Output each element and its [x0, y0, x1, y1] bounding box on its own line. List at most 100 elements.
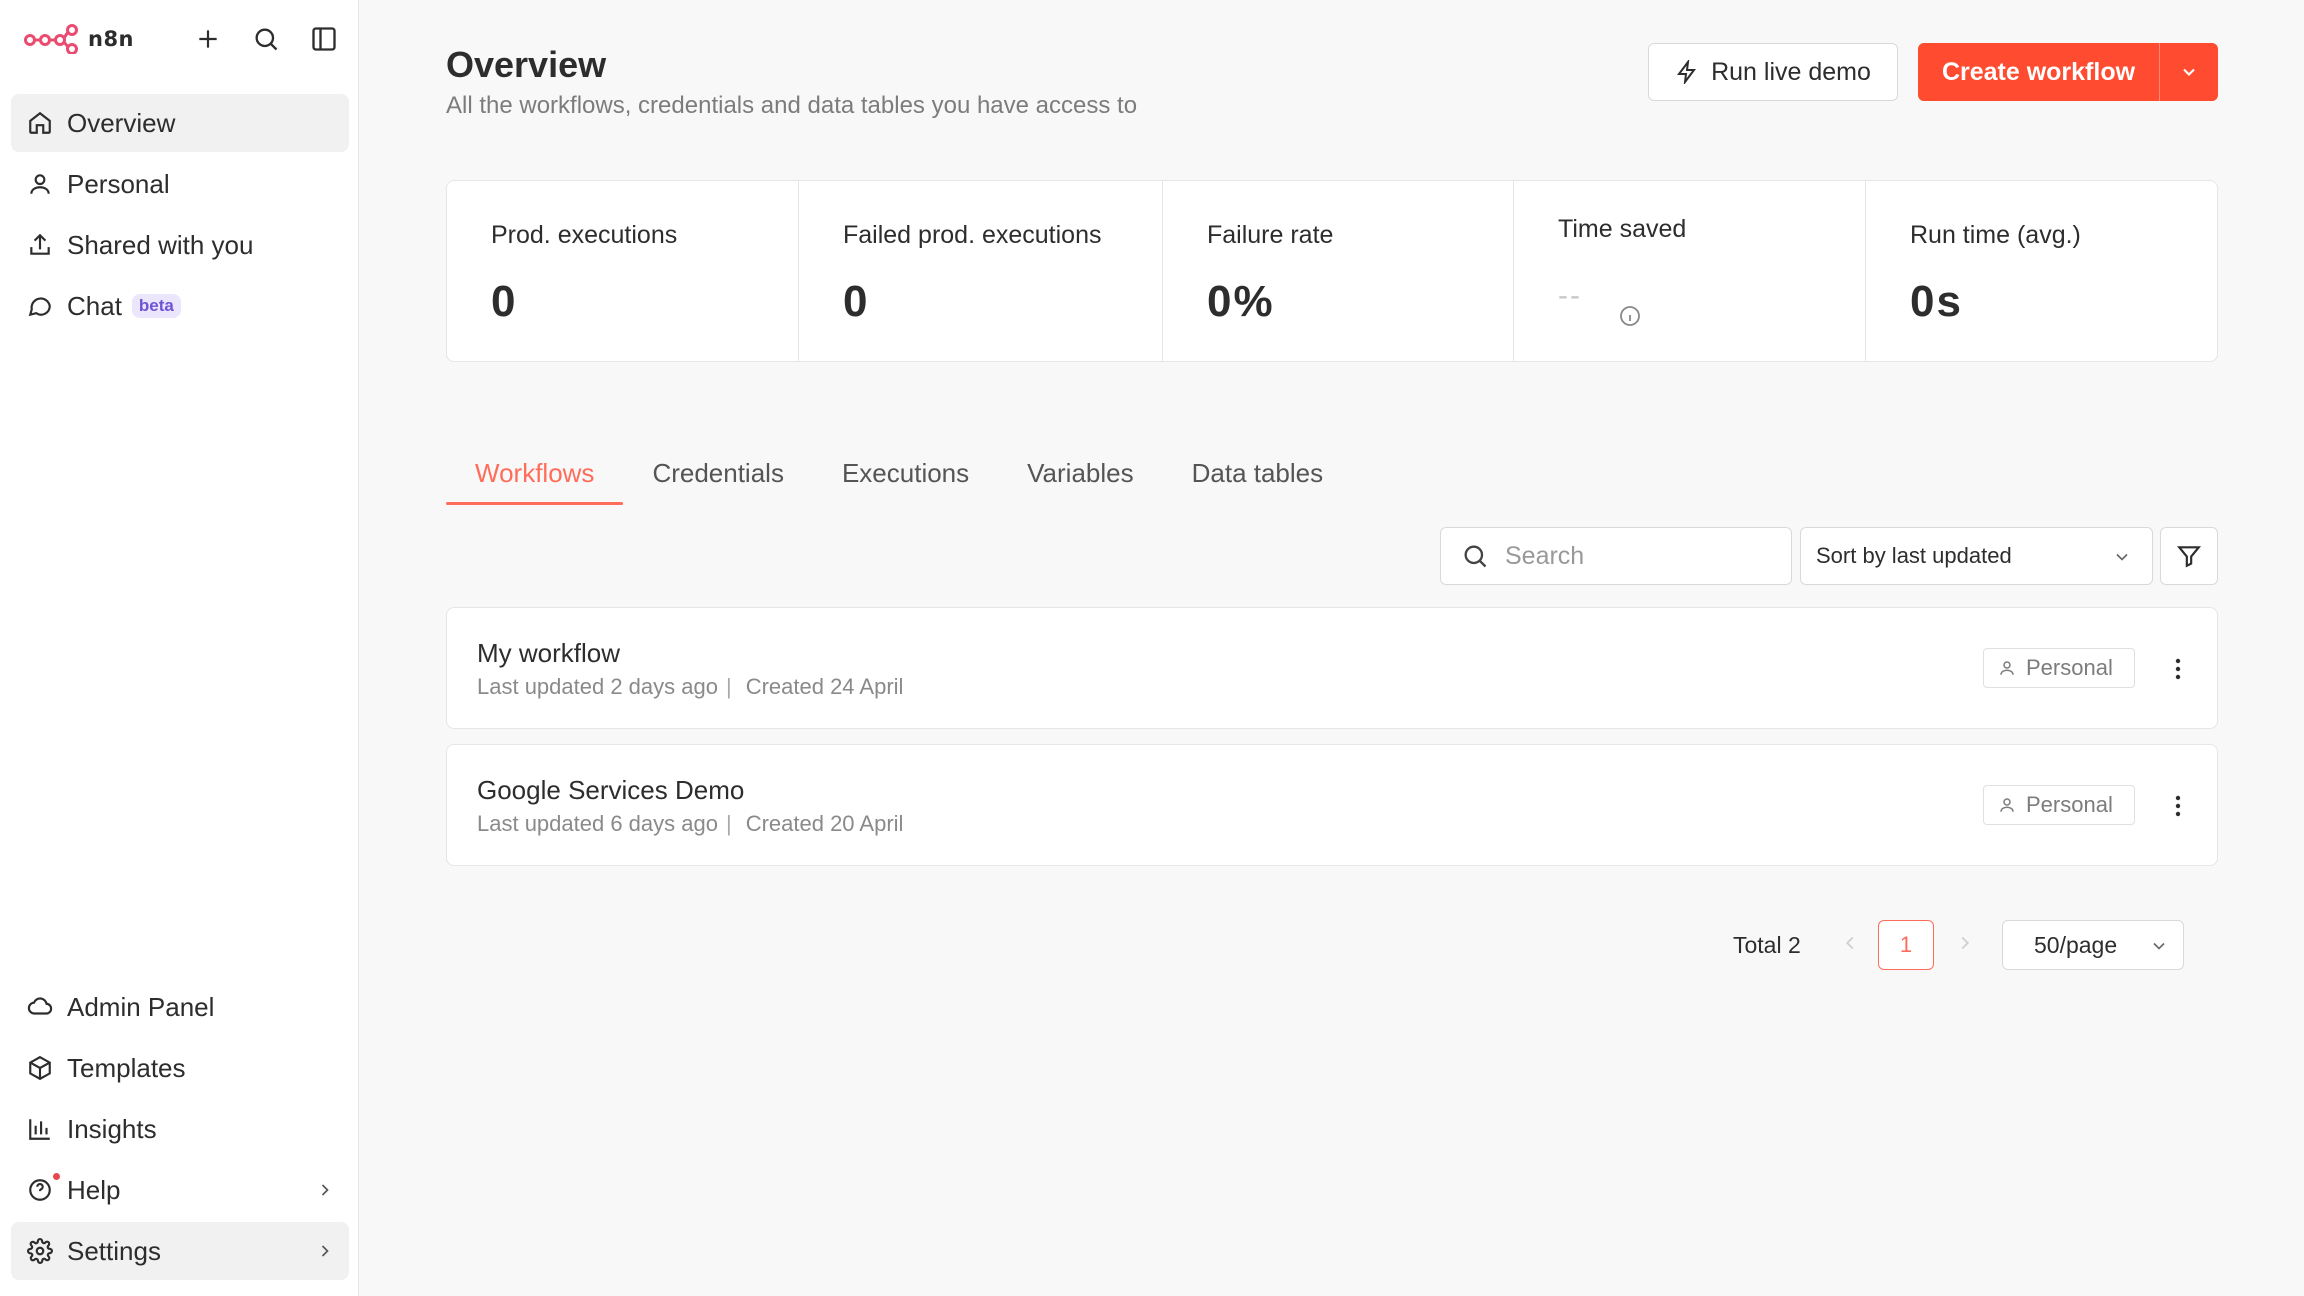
- sidebar-item-label: Overview: [67, 107, 176, 138]
- stat-value: 0%: [1207, 277, 1275, 326]
- user-icon: [2000, 661, 2014, 675]
- tabs: Workflows Credentials Executions Variabl…: [446, 448, 1352, 505]
- sidebar-item-insights[interactable]: Insights: [11, 1100, 349, 1158]
- tab-data-tables[interactable]: Data tables: [1163, 448, 1353, 505]
- page-subtitle: All the workflows, credentials and data …: [446, 92, 1138, 119]
- pagination: Total 2 1 50/page: [446, 918, 2218, 974]
- search-icon: [1464, 545, 1487, 568]
- owner-tag: Personal: [1983, 785, 2135, 825]
- sidebar-item-label: Shared with you: [67, 229, 254, 260]
- chat-icon: [25, 291, 55, 321]
- sidebar-item-help[interactable]: Help: [11, 1161, 349, 1219]
- run-live-demo-button[interactable]: Run live demo: [1648, 43, 1898, 101]
- more-vertical-icon: [2175, 658, 2181, 680]
- stat-label: Run time (avg.): [1910, 221, 2081, 249]
- sidebar-item-label: Admin Panel: [67, 991, 215, 1022]
- stat-label: Prod. executions: [491, 221, 678, 249]
- search-box: [1440, 527, 1792, 585]
- tab-executions[interactable]: Executions: [813, 448, 998, 505]
- chevron-left-icon[interactable]: [1839, 932, 1861, 954]
- create-workflow-label: Create workflow: [1941, 57, 2136, 86]
- sidebar-item-settings[interactable]: Settings: [11, 1222, 349, 1280]
- workflow-card[interactable]: My workflow Last updated 2 days ago | Cr…: [446, 607, 2218, 729]
- chevron-right-icon[interactable]: [1954, 932, 1976, 954]
- chevron-down-icon: [2153, 942, 2165, 950]
- page-title: Overview: [446, 44, 607, 85]
- logo[interactable]: n8n: [24, 24, 134, 54]
- sidebar-item-templates[interactable]: Templates: [11, 1039, 349, 1097]
- sidebar-item-admin-panel[interactable]: Admin Panel: [11, 978, 349, 1036]
- app-name: n8n: [88, 27, 135, 51]
- user-icon: [25, 169, 55, 199]
- panel-left-icon: [312, 27, 336, 51]
- filter-button[interactable]: [2160, 527, 2218, 585]
- collapse-sidebar-button[interactable]: [306, 21, 342, 57]
- stat-failed-prod-executions[interactable]: Failed prod. executions 0: [799, 181, 1163, 361]
- stat-value: 0s: [1910, 277, 1963, 326]
- share-icon: [25, 230, 55, 260]
- meta-separator: |: [725, 811, 732, 836]
- workflow-card[interactable]: Google Services Demo Last updated 6 days…: [446, 744, 2218, 866]
- sort-select[interactable]: Sort by last updated: [1800, 527, 2153, 585]
- add-button[interactable]: [190, 21, 226, 57]
- more-vertical-icon: [2175, 795, 2181, 817]
- box-icon: [25, 1053, 55, 1083]
- sidebar-item-label: Help: [67, 1174, 121, 1205]
- workflow-menu-button[interactable]: [2163, 789, 2193, 823]
- sidebar-item-personal[interactable]: Personal: [11, 155, 349, 213]
- tab-variables[interactable]: Variables: [998, 448, 1162, 505]
- filter-icon: [2176, 546, 2202, 568]
- help-icon: [25, 1175, 55, 1205]
- sidebar-item-chat[interactable]: Chat beta: [11, 277, 349, 335]
- insights-summary: Prod. executions 0 Failed prod. executio…: [446, 180, 2218, 362]
- chevron-right-icon: [321, 1245, 329, 1257]
- stat-label: Failed prod. executions: [843, 221, 1102, 249]
- owner-label: Personal: [2026, 792, 2113, 817]
- workflow-meta: Last updated 2 days ago | Created 24 Apr…: [477, 674, 903, 700]
- sort-select-value: Sort by last updated: [1816, 543, 2012, 568]
- n8n-logo-icon: [24, 24, 78, 54]
- lightning-icon: [1677, 60, 1697, 84]
- stat-label: Time saved: [1558, 215, 1687, 243]
- notification-dot: [53, 1173, 60, 1180]
- workflow-name: Google Services Demo: [477, 775, 745, 805]
- cloud-icon: [25, 992, 55, 1022]
- stat-time-saved[interactable]: Time saved --: [1514, 181, 1866, 361]
- stat-prod-executions[interactable]: Prod. executions 0: [447, 181, 799, 361]
- stat-run-time-avg[interactable]: Run time (avg.) 0s: [1866, 181, 2217, 361]
- page-number-button[interactable]: 1: [1878, 920, 1934, 970]
- stat-value: 0: [843, 277, 870, 326]
- chevron-down-icon: [2183, 68, 2195, 76]
- sidebar-item-label: Settings: [67, 1235, 161, 1266]
- create-workflow-button[interactable]: Create workflow: [1918, 43, 2160, 101]
- owner-label: Personal: [2026, 655, 2113, 680]
- gear-icon: [25, 1236, 55, 1266]
- meta-separator: |: [725, 674, 732, 699]
- workflow-menu-button[interactable]: [2163, 652, 2193, 686]
- stat-value: 0: [491, 277, 518, 326]
- workflow-name: My workflow: [477, 638, 621, 668]
- page-size-select[interactable]: 50/page: [2002, 920, 2184, 970]
- sidebar-item-overview[interactable]: Overview: [11, 94, 349, 152]
- search-button[interactable]: [248, 21, 284, 57]
- stat-failure-rate[interactable]: Failure rate 0%: [1163, 181, 1514, 361]
- tab-workflows[interactable]: Workflows: [446, 448, 624, 505]
- search-icon: [255, 28, 278, 51]
- workflow-created: Created 20 April: [745, 811, 904, 836]
- info-icon[interactable]: [1618, 304, 1642, 328]
- beta-badge: beta: [131, 294, 181, 318]
- workflow-created: Created 24 April: [745, 674, 904, 699]
- search-input[interactable]: [1505, 541, 1765, 571]
- create-workflow-dropdown-button[interactable]: [2160, 43, 2218, 101]
- sidebar-item-label: Chat: [67, 290, 122, 321]
- tab-credentials[interactable]: Credentials: [623, 448, 813, 505]
- create-workflow-split-button: Create workflow: [1918, 43, 2218, 101]
- sidebar-nav: Overview Personal Shared with you Chat b…: [11, 94, 349, 338]
- chevron-right-icon: [321, 1184, 329, 1196]
- stat-value: --: [1558, 279, 1582, 312]
- sidebar-item-label: Templates: [67, 1052, 186, 1083]
- workflow-updated: Last updated 6 days ago: [477, 811, 718, 836]
- sidebar-item-shared[interactable]: Shared with you: [11, 216, 349, 274]
- sidebar-item-label: Personal: [67, 168, 170, 199]
- stat-label: Failure rate: [1207, 221, 1334, 249]
